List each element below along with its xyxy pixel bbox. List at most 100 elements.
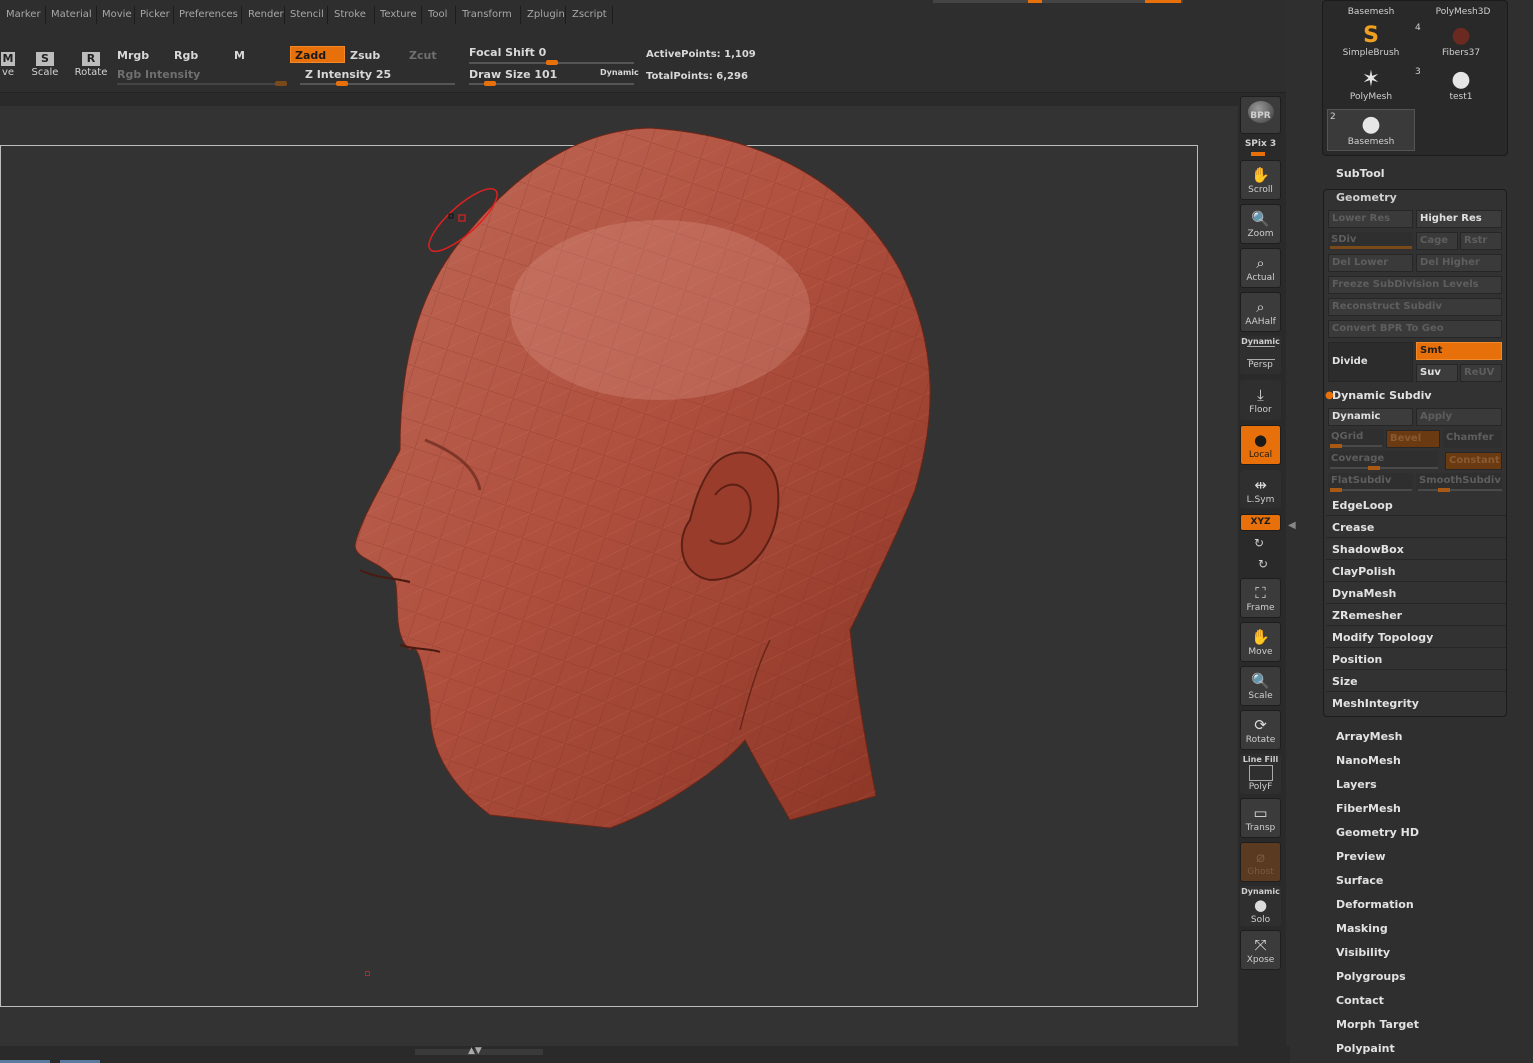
collapse-arrow-icon[interactable]: ◀ bbox=[1288, 520, 1296, 540]
crease-subpalette[interactable]: Crease bbox=[1326, 517, 1506, 538]
smoothsubdiv-track[interactable] bbox=[1418, 488, 1502, 492]
rgb-intensity-slider[interactable]: Rgb Intensity bbox=[117, 68, 200, 81]
floor-button[interactable]: ⤓ Floor bbox=[1240, 380, 1281, 420]
position-subpalette[interactable]: Position bbox=[1326, 649, 1506, 670]
edgeloop-subpalette[interactable]: EdgeLoop bbox=[1326, 495, 1506, 516]
zsub-button[interactable]: Zsub bbox=[350, 49, 380, 62]
focal-shift-track[interactable] bbox=[469, 60, 634, 65]
polygroups-section[interactable]: Polygroups bbox=[1336, 970, 1406, 983]
chamfer-toggle[interactable]: Chamfer bbox=[1443, 430, 1502, 448]
tool-polymesh3d-label[interactable]: PolyMesh3D bbox=[1419, 7, 1507, 17]
spix-slider[interactable]: SPix 3 bbox=[1240, 139, 1281, 149]
menu-picker[interactable]: Picker bbox=[140, 9, 170, 20]
rotate-y-icon[interactable]: ↻ bbox=[1254, 536, 1264, 550]
menu-zscript[interactable]: Zscript bbox=[572, 9, 607, 20]
rgb-intensity-knob[interactable] bbox=[275, 81, 287, 86]
del-lower-button[interactable]: Del Lower bbox=[1328, 254, 1413, 272]
rotate-view-button[interactable]: ⟳ Rotate bbox=[1240, 710, 1281, 750]
draw-size-track[interactable] bbox=[469, 81, 634, 86]
z-intensity-knob[interactable] bbox=[336, 81, 348, 86]
tool-polymesh[interactable]: ✶ PolyMesh bbox=[1327, 65, 1415, 107]
nanomesh-section[interactable]: NanoMesh bbox=[1336, 754, 1401, 767]
menu-material[interactable]: Material bbox=[51, 9, 92, 20]
tool-basemesh[interactable]: 2 ● Basemesh bbox=[1327, 109, 1415, 151]
layers-section[interactable]: Layers bbox=[1336, 778, 1377, 791]
rotate-z-icon[interactable]: ↻ bbox=[1258, 557, 1268, 571]
tool-fibers37[interactable]: 4 ● Fibers37 bbox=[1415, 21, 1505, 63]
ghost-button[interactable]: ⌀ Ghost bbox=[1240, 842, 1281, 882]
divide-button[interactable]: Divide bbox=[1328, 342, 1413, 382]
draw-size-slider[interactable]: Draw Size 101 bbox=[469, 68, 557, 81]
local-button[interactable]: ● Local bbox=[1240, 425, 1281, 465]
preview-section[interactable]: Preview bbox=[1336, 850, 1386, 863]
modify-topology-subpalette[interactable]: Modify Topology bbox=[1326, 627, 1506, 648]
focal-shift-knob[interactable] bbox=[546, 60, 558, 65]
polypaint-section[interactable]: Polypaint bbox=[1336, 1042, 1395, 1055]
dynamic-toggle[interactable]: Dynamic bbox=[1328, 408, 1413, 426]
cage-button[interactable]: Cage bbox=[1416, 232, 1458, 250]
fibermesh-section[interactable]: FiberMesh bbox=[1336, 802, 1401, 815]
mrgb-button[interactable]: Mrgb bbox=[117, 49, 149, 62]
menu-stroke[interactable]: Stroke bbox=[334, 9, 366, 20]
m-button[interactable]: M bbox=[234, 49, 245, 62]
zremesher-subpalette[interactable]: ZRemesher bbox=[1326, 605, 1506, 626]
visibility-section[interactable]: Visibility bbox=[1336, 946, 1390, 959]
surface-section[interactable]: Surface bbox=[1336, 874, 1383, 887]
shadowbox-subpalette[interactable]: ShadowBox bbox=[1326, 539, 1506, 560]
arraymesh-section[interactable]: ArrayMesh bbox=[1336, 730, 1402, 743]
menu-marker[interactable]: Marker bbox=[6, 9, 41, 20]
actual-button[interactable]: ⌕ Actual bbox=[1240, 248, 1281, 288]
tray-toggle-icon[interactable]: ▲▼ bbox=[468, 1046, 482, 1056]
bpr-button[interactable]: BPR bbox=[1240, 96, 1281, 134]
scale-view-button[interactable]: 🔍 Scale bbox=[1240, 666, 1281, 706]
tool-test1[interactable]: 3 ● test1 bbox=[1415, 65, 1505, 107]
menu-texture[interactable]: Texture bbox=[380, 9, 417, 20]
move-view-button[interactable]: ✋ Move bbox=[1240, 622, 1281, 662]
lower-res-button[interactable]: Lower Res bbox=[1328, 210, 1413, 228]
freeze-subdiv-button[interactable]: Freeze SubDivision Levels bbox=[1328, 276, 1502, 294]
rgb-button[interactable]: Rgb bbox=[174, 49, 198, 62]
z-intensity-track[interactable] bbox=[300, 81, 455, 86]
aahalf-button[interactable]: ⌕ AAHalf bbox=[1240, 292, 1281, 332]
scale-button[interactable]: S Scale bbox=[30, 52, 60, 78]
tool-simplebrush[interactable]: S SimpleBrush bbox=[1327, 21, 1415, 63]
masking-section[interactable]: Masking bbox=[1336, 922, 1388, 935]
dynamic-button[interactable]: Dynamic bbox=[600, 68, 639, 77]
menu-movie[interactable]: Movie bbox=[102, 9, 132, 20]
menu-preferences[interactable]: Preferences bbox=[179, 9, 238, 20]
coverage-knob[interactable] bbox=[1368, 466, 1380, 470]
zadd-button[interactable]: Zadd bbox=[290, 46, 345, 63]
draw-size-knob[interactable] bbox=[484, 81, 496, 86]
flatsubdiv-knob[interactable] bbox=[1330, 488, 1342, 492]
size-subpalette[interactable]: Size bbox=[1326, 671, 1506, 692]
menu-render[interactable]: Render bbox=[248, 9, 284, 20]
focal-shift-slider[interactable]: Focal Shift 0 bbox=[469, 46, 546, 59]
menu-zplugin[interactable]: Zplugin bbox=[527, 9, 565, 20]
deformation-section[interactable]: Deformation bbox=[1336, 898, 1414, 911]
frame-button[interactable]: ⛶ Frame bbox=[1240, 578, 1281, 618]
reconstruct-subdiv-button[interactable]: Reconstruct Subdiv bbox=[1328, 298, 1502, 316]
menu-stencil[interactable]: Stencil bbox=[290, 9, 324, 20]
smt-toggle[interactable]: Smt bbox=[1416, 342, 1502, 360]
spix-knob[interactable] bbox=[1251, 152, 1265, 156]
rstr-button[interactable]: Rstr bbox=[1460, 232, 1502, 250]
z-intensity-slider[interactable]: Z Intensity 25 bbox=[305, 68, 391, 81]
rgb-intensity-track[interactable] bbox=[117, 81, 287, 86]
rotate-button[interactable]: R Rotate bbox=[74, 52, 108, 78]
qgrid-track[interactable] bbox=[1330, 444, 1382, 448]
bevel-toggle[interactable]: Bevel bbox=[1386, 430, 1440, 448]
zcut-button[interactable]: Zcut bbox=[409, 49, 437, 62]
zoom-button[interactable]: 🔍 Zoom bbox=[1240, 204, 1281, 244]
claypolish-subpalette[interactable]: ClayPolish bbox=[1326, 561, 1506, 582]
dynamesh-subpalette[interactable]: DynaMesh bbox=[1326, 583, 1506, 604]
suv-toggle[interactable]: Suv bbox=[1416, 364, 1458, 382]
scroll-button[interactable]: ✋ Scroll bbox=[1240, 160, 1281, 200]
del-higher-button[interactable]: Del Higher bbox=[1416, 254, 1502, 272]
coverage-track[interactable] bbox=[1330, 466, 1438, 470]
reuv-button[interactable]: ReUV bbox=[1460, 364, 1502, 382]
polyf-button[interactable]: Line Fill PolyF bbox=[1240, 754, 1281, 794]
convert-bpr-button[interactable]: Convert BPR To Geo bbox=[1328, 320, 1502, 338]
higher-res-button[interactable]: Higher Res bbox=[1416, 210, 1502, 228]
constant-toggle[interactable]: Constant bbox=[1445, 452, 1502, 470]
sdiv-track[interactable] bbox=[1330, 246, 1412, 249]
